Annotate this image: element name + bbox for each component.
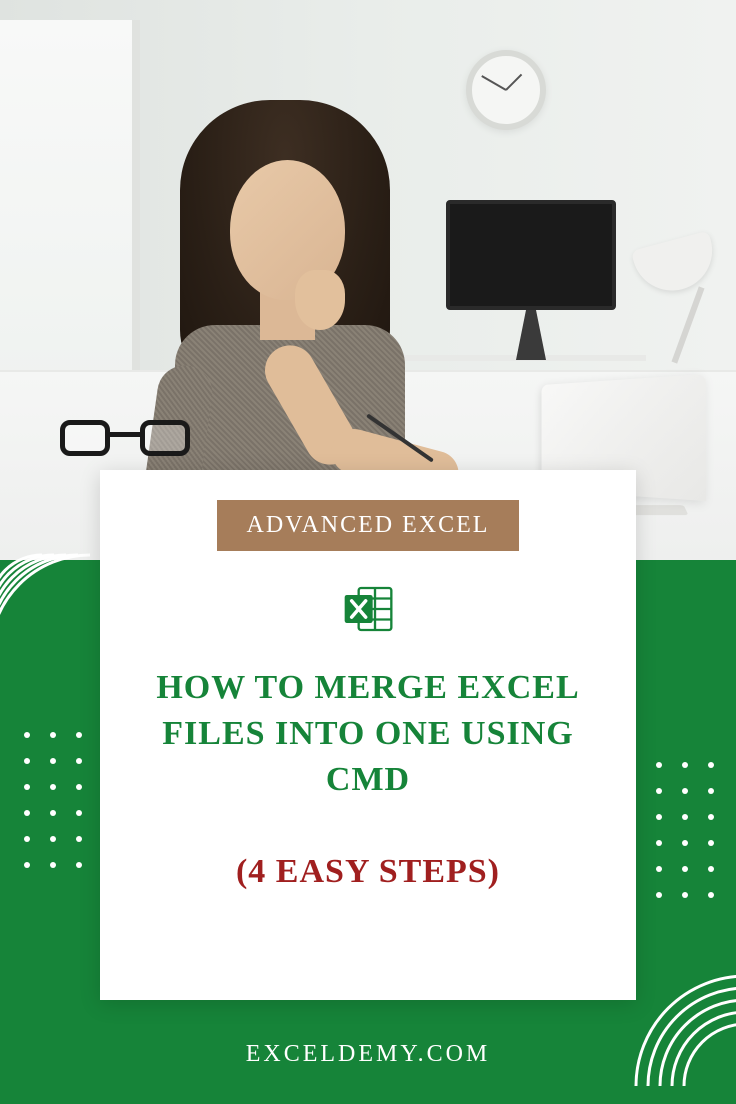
decorative-arcs-top-left [0, 545, 110, 665]
photo-eyeglasses [60, 420, 190, 460]
decorative-dots-right [654, 760, 714, 930]
decorative-dots-left [22, 730, 82, 900]
category-badge: ADVANCED EXCEL [217, 500, 520, 551]
article-subtitle: (4 EASY STEPS) [140, 853, 596, 891]
article-title: HOW TO MERGE EXCEL FILES INTO ONE USING … [140, 665, 596, 803]
excel-icon [340, 581, 396, 637]
photo-desk-lamp [626, 240, 716, 370]
photo-monitor [446, 200, 616, 310]
site-brand: EXCELDEMY.COM [0, 1041, 736, 1068]
content-card: ADVANCED EXCEL HOW TO MERGE EXCEL FILES … [100, 470, 636, 1000]
photo-wall-clock [466, 50, 546, 130]
